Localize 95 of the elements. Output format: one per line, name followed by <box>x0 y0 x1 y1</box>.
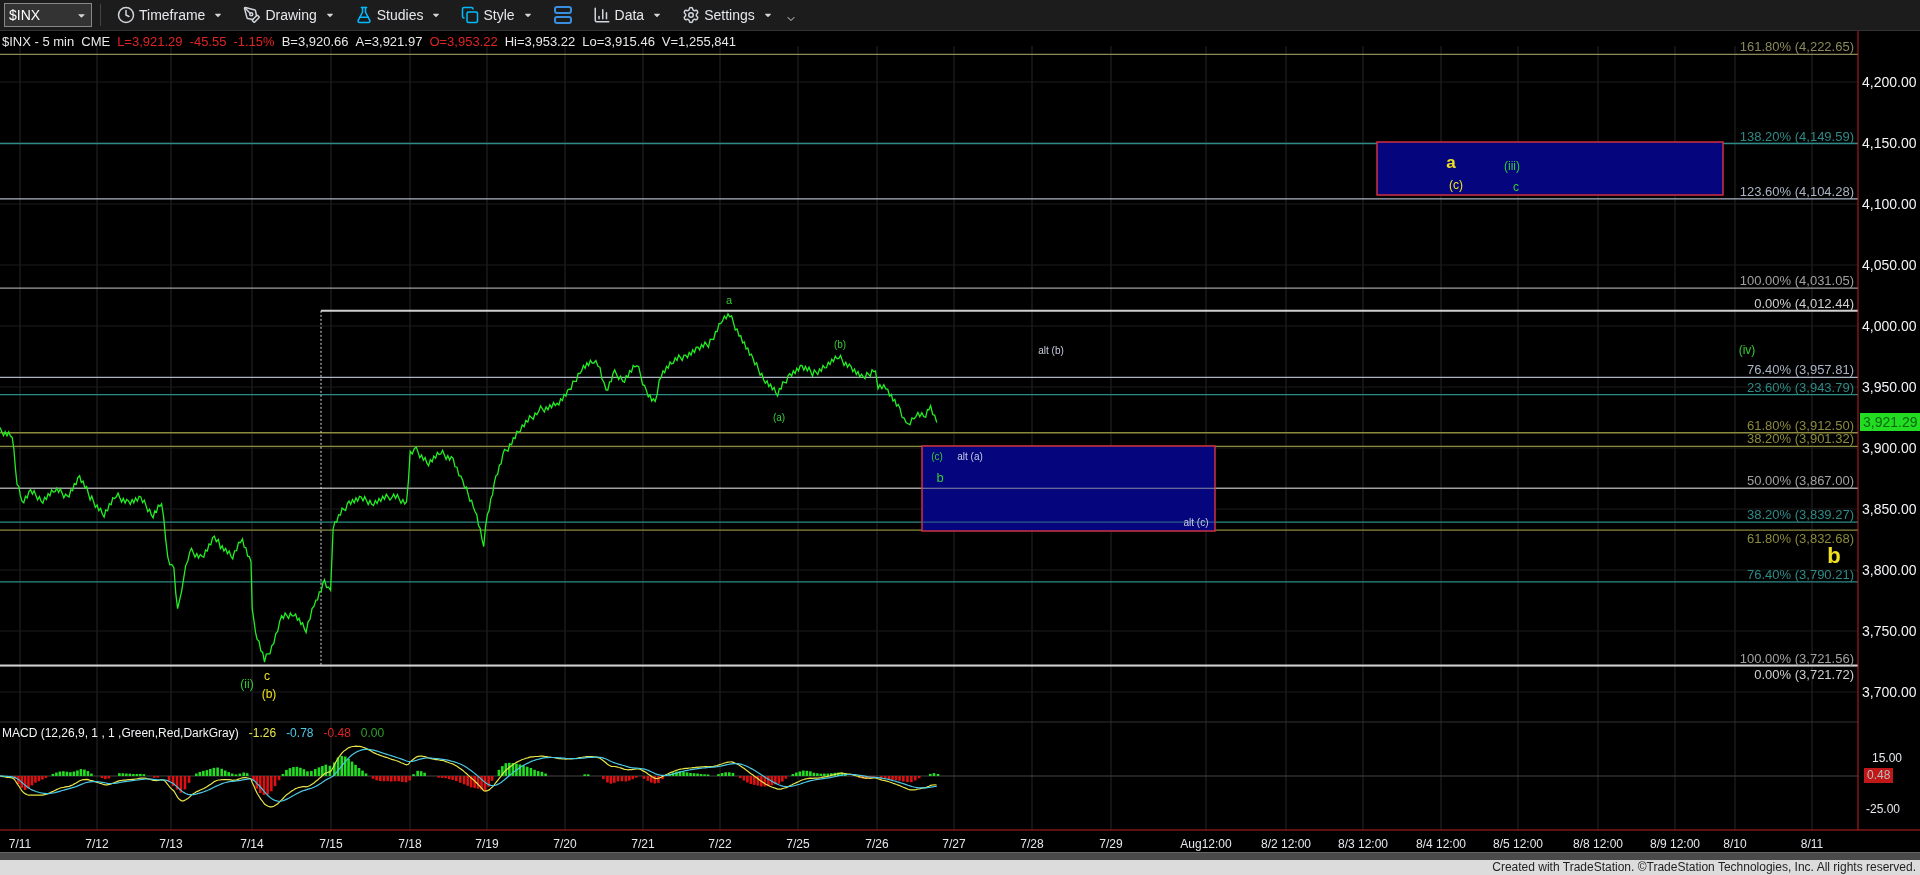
wave-label: a <box>725 294 733 306</box>
fib-level-label: 138.20% (4,149.59) <box>1739 129 1854 143</box>
wave-label: (ii) <box>240 678 254 690</box>
date-axis-label: 7/11 <box>8 836 32 853</box>
macd-value-tag: 0.48 <box>1864 768 1894 783</box>
date-axis-label: 8/2 12:00 <box>1261 836 1311 853</box>
symbol-field[interactable]: $INX <box>4 3 92 27</box>
date-axis-label: 7/21 <box>631 836 655 853</box>
indicator-title: MACD (12,26,9, 1 , 1 ,Green,Red,DarkGray) <box>2 725 239 742</box>
quote-field: Lo=3,915.46 <box>582 32 655 52</box>
date-axis-label: 7/25 <box>786 836 810 853</box>
date-axis-label: 8/11 <box>1800 836 1824 853</box>
quote-field: $INX - 5 min <box>2 32 75 52</box>
macd-axis-label: -25.00 <box>1866 801 1901 818</box>
wave-label: b <box>936 470 944 484</box>
date-axis-label: 8/3 12:00 <box>1338 836 1388 853</box>
fib-level-label: 23.60% (3,943.79) <box>1747 380 1854 394</box>
toolbar-menu-button[interactable]: Settings <box>674 2 781 28</box>
quote-field: Hi=3,953.22 <box>504 32 576 52</box>
wave-label: (a) <box>772 413 786 423</box>
price-axis-label: 3,700.00 <box>1862 682 1917 702</box>
quote-field: -45.55 <box>189 32 227 52</box>
copyright-notice: Created with TradeStation. ©TradeStation Technologies, Inc. All rights reserved. <box>1492 861 1916 874</box>
date-axis-label: 7/19 <box>475 836 499 853</box>
fib-level-label: 38.20% (3,839.27) <box>1747 508 1854 522</box>
date-axis-label: 8/10 <box>1723 836 1747 853</box>
price-axis-label: 3,800.00 <box>1862 560 1917 580</box>
indicator-value: -0.48 <box>323 725 351 742</box>
wave-label: (c) <box>931 452 943 462</box>
date-axis-label: 7/26 <box>865 836 889 853</box>
date-axis-label: 7/15 <box>319 836 343 853</box>
quote-field: -1.15% <box>233 32 275 52</box>
date-axis-label: 7/14 <box>240 836 264 853</box>
date-axis-label: 8/9 12:00 <box>1650 836 1700 853</box>
quote-field: O=3,953.22 <box>429 32 498 52</box>
price-axis-label: 3,950.00 <box>1862 377 1917 397</box>
toolbar-menu-button[interactable]: Timeframe <box>109 2 232 28</box>
price-axis-label: 4,150.00 <box>1862 133 1917 153</box>
indicator-value: -1.26 <box>248 725 277 742</box>
toolbar-menu-button[interactable]: Style <box>453 2 541 28</box>
quote-field: V=1,255,841 <box>661 32 736 52</box>
fib-level-label: 61.80% (3,912.50) <box>1747 418 1854 432</box>
fib-level-label: 100.00% (4,031.05) <box>1739 274 1854 288</box>
date-axis-label: 8/5 12:00 <box>1493 836 1543 853</box>
wave-label: alt (c) <box>1183 518 1209 528</box>
toolbar-menu-button[interactable]: Drawing <box>235 2 343 28</box>
price-axis-label: 3,900.00 <box>1862 438 1917 458</box>
fib-level-label: 61.80% (3,832.68) <box>1747 532 1854 546</box>
date-axis-label: 7/22 <box>708 836 732 853</box>
wave-label: (b) <box>261 688 277 700</box>
fib-level-label: 76.40% (3,790.21) <box>1747 567 1854 581</box>
toolbar-menu-button[interactable]: Studies <box>346 2 450 28</box>
date-axis-label: 7/28 <box>1020 836 1044 853</box>
indicator-value: 0.00 <box>360 725 385 742</box>
wave-label: (iii) <box>1504 160 1520 172</box>
price-axis-label: 4,050.00 <box>1862 255 1917 275</box>
fib-level-label: 38.20% (3,901.32) <box>1747 432 1854 446</box>
quote-field: B=3,920.66 <box>281 32 349 52</box>
indicator-value: -0.78 <box>286 725 314 742</box>
fib-level-label: 123.60% (4,104.28) <box>1739 184 1854 198</box>
date-axis-label: 7/29 <box>1099 836 1123 853</box>
fib-level-label: 161.80% (4,222.65) <box>1739 40 1854 54</box>
fib-level-label: 50.00% (3,867.00) <box>1747 474 1854 488</box>
wave-label: alt (b) <box>1038 346 1064 356</box>
wave-label: (iv) <box>1738 344 1756 356</box>
price-axis-label: 3,850.00 <box>1862 499 1917 519</box>
wave-label: a <box>1446 153 1456 171</box>
last-price-tag: 3,921.29 <box>1860 413 1920 431</box>
price-axis-label: 4,000.00 <box>1862 316 1917 336</box>
date-axis-label: Aug12:00 <box>1180 836 1232 853</box>
date-axis-label: 7/18 <box>398 836 422 853</box>
price-axis-label: 4,100.00 <box>1862 194 1917 214</box>
fib-level-label: 0.00% (4,012.44) <box>1754 296 1854 310</box>
date-axis-label: 7/27 <box>942 836 966 853</box>
fib-level-label: 0.00% (3,721.72) <box>1754 667 1854 681</box>
date-axis-label: 8/8 12:00 <box>1573 836 1623 853</box>
toolbar-menu-button[interactable]: Data <box>584 2 671 28</box>
macd-axis-label: 15.00 <box>1872 750 1903 767</box>
wave-label: alt (a) <box>957 452 983 462</box>
date-axis-label: 7/12 <box>85 836 109 853</box>
quote-field: L=3,921.29 <box>117 32 183 52</box>
wave-label: (b) <box>833 340 847 350</box>
price-axis-label: 3,750.00 <box>1862 621 1917 641</box>
quote-field: CME <box>81 32 111 52</box>
fib-level-label: 76.40% (3,957.81) <box>1747 363 1854 377</box>
wave-label: b <box>1827 545 1841 567</box>
wave-label: c <box>264 670 270 682</box>
wave-label: (c) <box>1449 179 1463 191</box>
date-axis-label: 8/4 12:00 <box>1416 836 1466 853</box>
wave-label: c <box>1513 181 1519 193</box>
date-axis-label: 7/13 <box>159 836 183 853</box>
quote-field: A=3,921.97 <box>355 32 423 52</box>
price-axis-label: 4,200.00 <box>1862 72 1917 92</box>
fib-level-label: 100.00% (3,721.56) <box>1739 651 1854 665</box>
date-axis-label: 7/20 <box>553 836 577 853</box>
